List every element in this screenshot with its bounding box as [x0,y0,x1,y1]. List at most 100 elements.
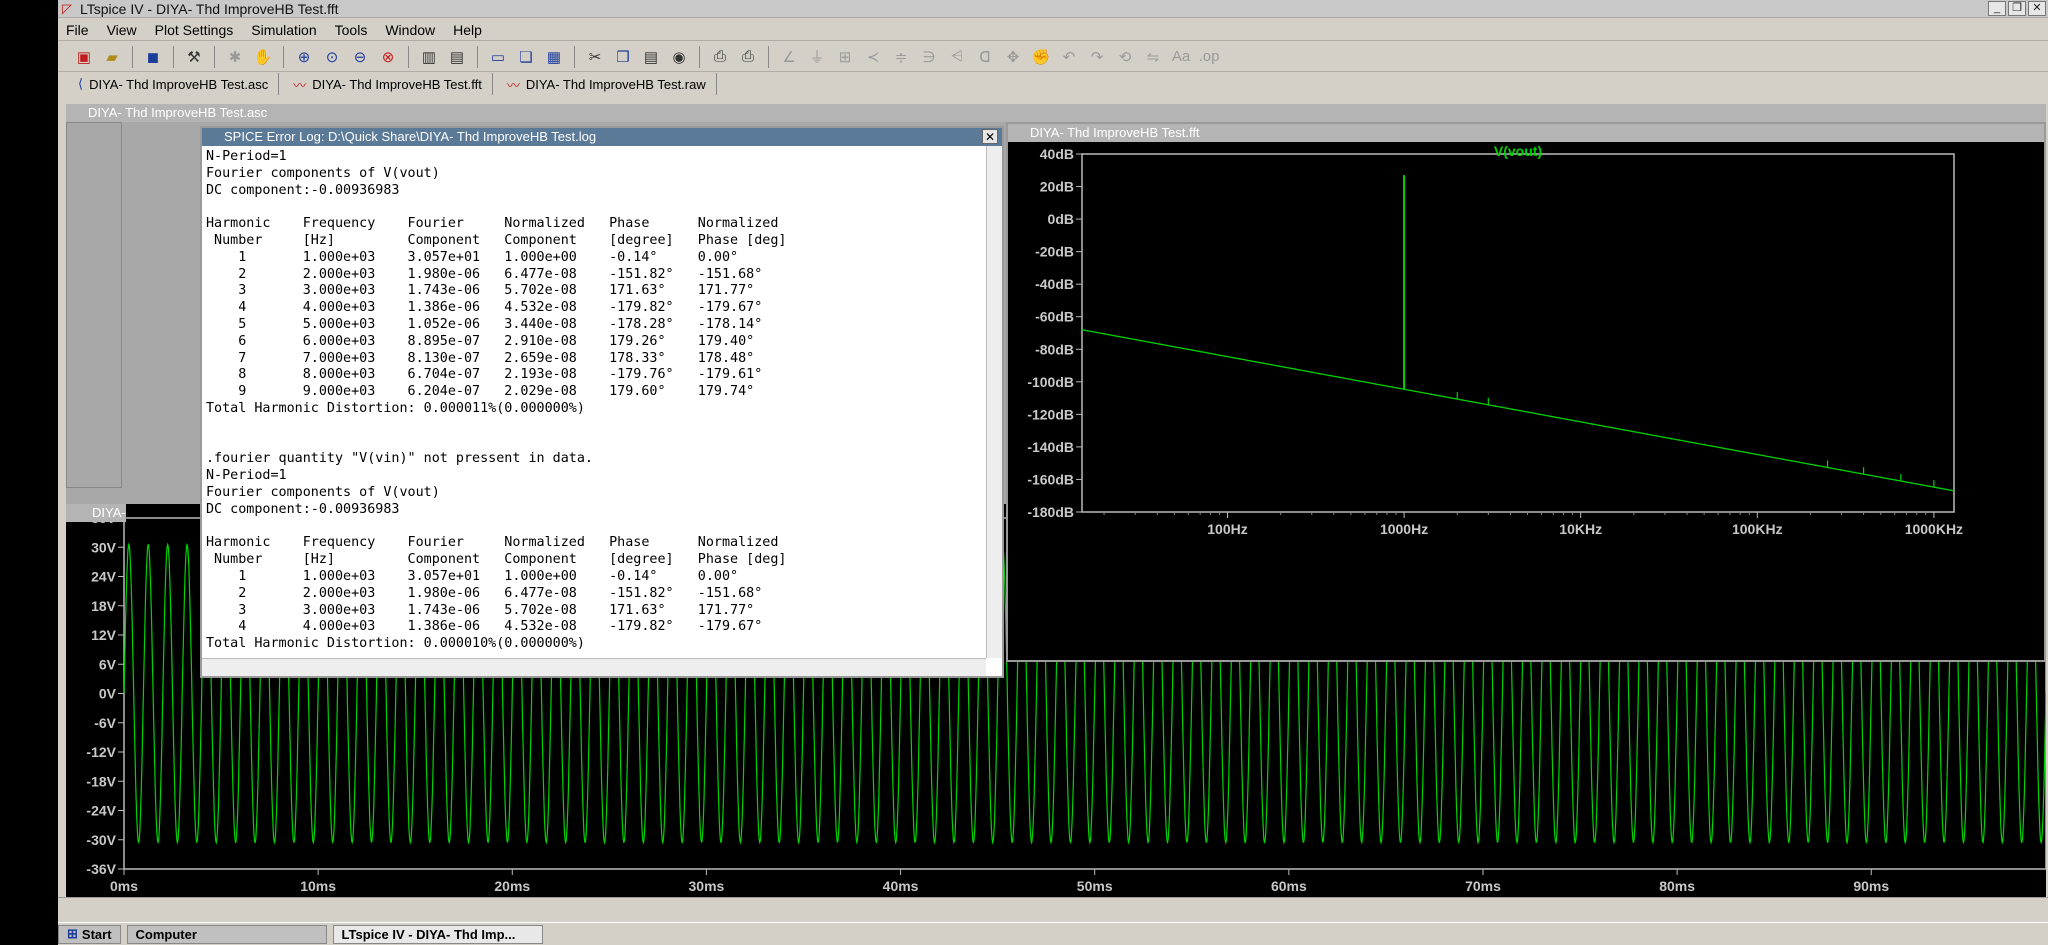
fft-y-tick-label: 0dB [1048,211,1074,227]
wire-icon[interactable]: ∠ [777,46,801,68]
taskbar: ⊞ Start Computer LTspice IV - DIYA- Thd I… [58,922,2048,945]
zoom-out-icon[interactable]: ⊖ [348,46,372,68]
ground-icon[interactable]: ⏚ [805,46,829,68]
log-line: Fourier components of V(vout) [206,484,440,500]
spice-directive-icon[interactable]: .op [1197,46,1221,68]
tile-vertical-icon[interactable]: ▦ [542,46,566,68]
capacitor-icon[interactable]: ≑ [889,46,913,68]
log-close-button[interactable]: ✕ [982,129,998,144]
tab-asc[interactable]: ⟨ DIYA- Thd ImproveHB Test.asc [68,73,280,95]
transient-x-tick-label: 40ms [883,878,919,894]
fft-x-tick-label: 1000KHz [1905,521,1963,537]
transient-x-tick-label: 80ms [1659,878,1695,894]
transient-y-tick-label: 0V [99,686,117,702]
inductor-icon[interactable]: ∋ [917,46,941,68]
windows-icon: ⊞ [67,926,78,941]
run-icon[interactable]: ✱ [223,46,247,68]
start-button[interactable]: ⊞ Start [58,924,121,944]
zoom-fit-icon[interactable]: ⊗ [376,46,400,68]
tab-raw[interactable]: 〰 DIYA- Thd ImproveHB Test.raw [497,73,717,95]
computer-button[interactable]: Computer [126,924,327,944]
transient-y-tick-label: -12V [86,744,116,760]
log-line: 5 5.000e+03 1.052e-06 3.440e-08 -178.28°… [206,316,763,332]
log-text[interactable]: N-Period=1 Fourier components of V(vout) D… [202,146,986,658]
close-button[interactable]: ✕ [2028,1,2046,16]
fft-view-icon[interactable]: ▤ [445,46,469,68]
halt-icon[interactable]: ✋ [251,46,275,68]
print-setup-icon[interactable]: ⎙ [708,46,732,68]
log-line: Number [Hz] Component Component [degree]… [206,232,787,248]
fft-trace-label: V(vout) [1494,143,1542,159]
transient-x-tick-label: 20ms [494,878,530,894]
undo-icon[interactable]: ↶ [1057,46,1081,68]
rotate-icon[interactable]: ⟲ [1113,46,1137,68]
print-icon[interactable]: ⎙ [736,46,760,68]
copy-icon[interactable]: ❐ [611,46,635,68]
log-line: 6 6.000e+03 8.895e-07 2.910e-08 179.26° … [206,333,755,349]
fft-y-tick-label: 20dB [1040,179,1074,195]
tile-horizontal-icon[interactable]: ▭ [486,46,510,68]
fft-plot-frame [1081,153,1955,513]
menu-window[interactable]: Window [385,22,435,38]
log-line: DC component:-0.00936983 [206,182,400,198]
menu-file[interactable]: File [66,22,89,38]
log-horizontal-scrollbar[interactable] [202,658,986,676]
schematic-window-titlebar[interactable]: DIYA- Thd ImproveHB Test.asc [66,104,2046,122]
menu-bar: File View Plot Settings Simulation Tools… [58,19,2048,41]
resistor-icon[interactable]: ≺ [861,46,885,68]
log-line: DC component:-0.00936983 [206,501,400,517]
log-line: 7 7.000e+03 8.130e-07 2.659e-08 178.33° … [206,350,755,366]
log-vertical-scrollbar[interactable] [986,146,1002,658]
schematic-window-body[interactable] [66,122,122,488]
transient-window-titlebar[interactable]: DIYA- [66,504,126,522]
cascade-icon[interactable]: ❏ [514,46,538,68]
schematic-window-title: DIYA- Thd ImproveHB Test.asc [88,105,268,120]
transient-y-tick-label: -6V [94,715,116,731]
menu-tools[interactable]: Tools [335,22,368,38]
menu-plot-settings[interactable]: Plot Settings [155,22,234,38]
spice-error-log-window[interactable]: SPICE Error Log: D:\Quick Share\DIYA- Th… [200,126,1004,678]
log-line: Total Harmonic Distortion: 0.000010%(0.0… [206,636,585,652]
fft-y-tick-label: -180dB [1027,504,1074,520]
menu-view[interactable]: View [107,22,137,38]
autorange-icon[interactable]: ▥ [417,46,441,68]
mirror-icon[interactable]: ⇋ [1141,46,1165,68]
fft-x-tick-label: 1000Hz [1380,521,1428,537]
minimize-button[interactable]: _ [1988,1,2006,16]
label-net-icon[interactable]: ⊞ [833,46,857,68]
fft-plot-window[interactable]: DIYA- Thd ImproveHB Test.fft 40dB 20dB 0dB… [1006,122,2046,662]
tab-fft[interactable]: 〰 DIYA- Thd ImproveHB Test.fft [283,73,493,95]
new-schematic-icon[interactable]: ▣ [72,46,96,68]
move-icon[interactable]: ✥ [1001,46,1025,68]
find-icon[interactable]: ◉ [667,46,691,68]
save-icon[interactable]: ◼ [141,46,165,68]
transient-y-tick-label: -18V [86,773,116,789]
redo-icon[interactable]: ↷ [1085,46,1109,68]
maximize-button[interactable]: ❐ [2008,1,2026,16]
menu-help[interactable]: Help [453,22,482,38]
pan-icon[interactable]: ⊙ [320,46,344,68]
app-logo-icon: ◸ [62,1,72,16]
log-window-titlebar[interactable]: SPICE Error Log: D:\Quick Share\DIYA- Th… [202,128,1002,146]
fft-window-titlebar[interactable]: DIYA- Thd ImproveHB Test.fft [1008,124,2044,142]
waveform-icon: 〰 [293,77,307,93]
zoom-in-icon[interactable]: ⊕ [292,46,316,68]
text-icon[interactable]: Aa [1169,46,1193,68]
taskbar-ltspice-item[interactable]: LTspice IV - DIYA- Thd Imp... [332,924,543,944]
drag-icon[interactable]: ✊ [1029,46,1053,68]
log-line: 2 2.000e+03 1.980e-06 6.477e-08 -151.82°… [206,266,763,282]
open-folder-icon[interactable]: ▰ [100,46,124,68]
cut-icon[interactable]: ✂ [583,46,607,68]
log-line: N-Period=1 [206,468,287,484]
transient-y-tick-label: 18V [91,598,117,614]
diode-icon[interactable]: ⩤ [945,46,969,68]
window-titlebar[interactable]: ◸ LTspice IV - DIYA- Thd ImproveHB Test.… [58,0,2048,18]
tab-label: DIYA- Thd ImproveHB Test.raw [525,76,706,92]
menu-simulation[interactable]: Simulation [251,22,316,38]
component-icon[interactable]: ᗡ [973,46,997,68]
control-panel-icon[interactable]: ⚒ [182,46,206,68]
paste-icon[interactable]: ▤ [639,46,663,68]
log-line: 4 4.000e+03 1.386e-06 4.532e-08 -179.82°… [206,300,763,316]
